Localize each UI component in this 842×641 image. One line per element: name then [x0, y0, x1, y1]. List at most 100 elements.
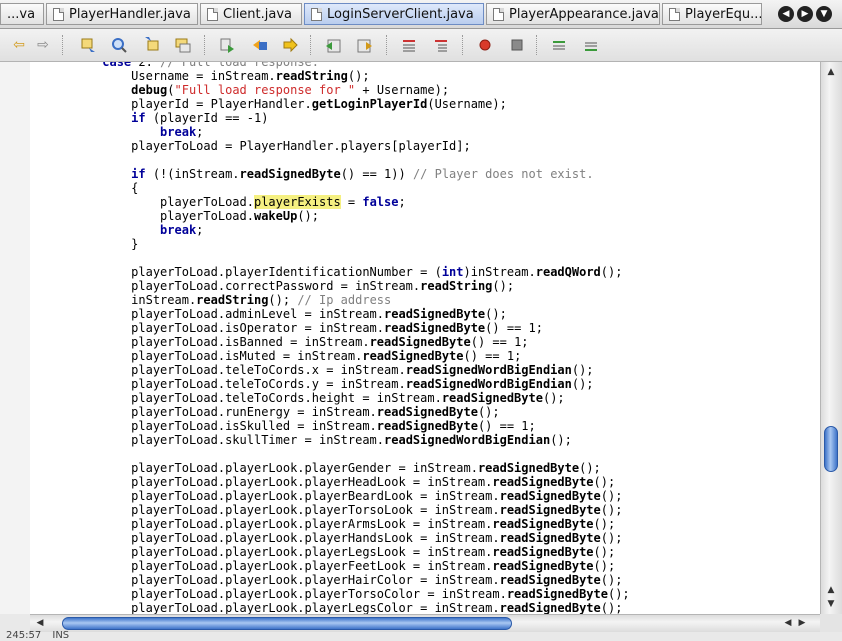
code-line: if (!(inStream.readSignedByte() == 1)) /…: [131, 167, 594, 181]
toolbar-separator: [386, 35, 388, 55]
code-line: playerToLoad.isSkulled = inStream.readSi…: [30, 419, 536, 433]
horizontal-scrollbar[interactable]: ◀ ◀ ▶: [30, 614, 820, 632]
code-line: break;: [160, 223, 204, 237]
scroll-up-icon[interactable]: ▲: [825, 66, 837, 78]
scroll-tabs-left-icon[interactable]: ◀: [778, 6, 794, 22]
tab-label: Client.java: [223, 7, 293, 22]
code-line: playerToLoad.teleToCords.height = inStre…: [30, 391, 565, 405]
java-file-icon: [53, 8, 64, 21]
stop-macro-recording-icon[interactable]: [508, 36, 526, 54]
code-line: playerToLoad.playerLook.playerHandsLook …: [30, 531, 623, 545]
editor-toolbar: ⇦ ⇨: [0, 29, 842, 62]
toolbar-separator: [462, 35, 464, 55]
tab-playerappearance-java[interactable]: PlayerAppearance.java: [486, 3, 660, 25]
find-next-icon[interactable]: [142, 36, 160, 54]
code-line: playerToLoad.skullTimer = inStream.readS…: [30, 433, 572, 447]
next-error-icon[interactable]: [582, 36, 600, 54]
tab-label: ...va: [7, 7, 36, 22]
scroll-left-icon[interactable]: ◀: [34, 617, 46, 629]
source-code: case 2: // Full load response. Username …: [30, 62, 630, 614]
toolbar-separator: [310, 35, 312, 55]
next-bookmark-icon[interactable]: [250, 36, 268, 54]
scroll-up-icon[interactable]: ▲: [825, 584, 837, 596]
code-line: playerToLoad.wakeUp();: [30, 209, 320, 223]
code-line: playerToLoad.playerExists = false;: [30, 195, 406, 209]
toolbar-separator: [204, 35, 206, 55]
code-line: inStream.readString(); // Ip address: [30, 293, 392, 307]
comment-icon[interactable]: [400, 36, 418, 54]
code-line: playerToLoad.playerLook.playerTorsoLook …: [30, 503, 623, 517]
code-editor[interactable]: case 2: // Full load response. Username …: [30, 62, 820, 614]
code-line: debug("Full load response for " + Userna…: [131, 83, 450, 97]
code-line: playerToLoad.isMuted = inStream.readSign…: [30, 349, 522, 363]
code-line: playerToLoad.playerLook.playerLegsLook =…: [30, 545, 616, 559]
find-icon[interactable]: [110, 36, 128, 54]
code-line: playerToLoad.runEnergy = inStream.readSi…: [30, 405, 500, 419]
code-line: playerToLoad.adminLevel = inStream.readS…: [30, 307, 507, 321]
toolbar-separator: [536, 35, 538, 55]
tab-list-menu-icon[interactable]: ▼: [816, 6, 832, 22]
vertical-scrollbar[interactable]: ▲ ▲ ▼: [820, 62, 842, 614]
line-gutter[interactable]: [0, 62, 31, 614]
highlighted-occurrence: playerExists: [253, 195, 341, 209]
tab-label: PlayerEqu...: [685, 7, 762, 22]
code-line: {: [30, 181, 139, 195]
tab-label: PlayerAppearance.java: [509, 7, 659, 22]
toolbar-separator: [62, 35, 64, 55]
code-line: playerToLoad.playerLook.playerGender = i…: [30, 461, 601, 475]
code-line: if (playerId == -1): [131, 111, 269, 125]
scroll-right-icon[interactable]: ▶: [796, 617, 808, 629]
java-file-icon: [493, 8, 504, 21]
scroll-tabs-right-icon[interactable]: ▶: [797, 6, 813, 22]
code-line: playerToLoad.playerLook.playerHeadLook =…: [30, 475, 616, 489]
code-line: playerToLoad.teleToCords.y = inStream.re…: [30, 377, 594, 391]
tab-playerhandler-java[interactable]: PlayerHandler.java: [46, 3, 198, 25]
code-line: case 2: // Full load response.: [102, 62, 320, 69]
code-line: }: [30, 237, 139, 251]
previous-error-icon[interactable]: [550, 36, 568, 54]
code-line: playerToLoad = PlayerHandler.players[pla…: [30, 139, 471, 153]
horizontal-scroll-thumb[interactable]: [62, 617, 512, 630]
code-line: playerToLoad.playerLook.playerFeetLook =…: [30, 559, 616, 573]
tab-playerequipment-java[interactable]: PlayerEqu...: [662, 3, 762, 25]
code-line: playerToLoad.correctPassword = inStream.…: [30, 279, 515, 293]
shift-right-icon[interactable]: [356, 36, 374, 54]
code-line: playerToLoad.playerLook.playerTorsoColor…: [30, 587, 630, 601]
tab-client-java[interactable]: Client.java: [200, 3, 302, 25]
shift-left-icon[interactable]: [324, 36, 342, 54]
tab-truncated[interactable]: ...va: [0, 3, 44, 25]
code-line: playerToLoad.playerLook.playerHairColor …: [30, 573, 623, 587]
tab-loginserverclient-java[interactable]: LoginServerClient.java: [304, 3, 484, 25]
status-bar: 245:57 INS: [6, 631, 69, 641]
scrollbar-corner: [820, 614, 842, 632]
java-file-icon: [207, 8, 218, 21]
uncomment-icon[interactable]: [432, 36, 450, 54]
code-line: playerToLoad.isOperator = inStream.readS…: [30, 321, 543, 335]
find-selection-icon[interactable]: [174, 36, 192, 54]
code-line: break;: [160, 125, 204, 139]
back-icon[interactable]: ⇦: [10, 36, 28, 54]
java-file-icon: [669, 8, 680, 21]
find-previous-icon[interactable]: [80, 36, 98, 54]
code-line: playerToLoad.playerLook.playerArmsLook =…: [30, 517, 616, 531]
code-line: Username = inStream.readString();: [30, 69, 370, 83]
code-line: playerToLoad.teleToCords.x = inStream.re…: [30, 363, 594, 377]
scroll-down-icon[interactable]: ▼: [825, 598, 837, 610]
tab-label: PlayerHandler.java: [69, 7, 191, 22]
tab-label: LoginServerClient.java: [327, 7, 474, 22]
previous-bookmark-icon[interactable]: [218, 36, 236, 54]
code-line: playerToLoad.playerIdentificationNumber …: [30, 265, 623, 279]
java-file-icon: [311, 8, 322, 21]
vertical-scroll-thumb[interactable]: [824, 426, 838, 472]
toggle-bookmark-icon[interactable]: [282, 36, 300, 54]
editor-tab-bar: ...va PlayerHandler.java Client.java Log…: [0, 0, 842, 29]
code-line: playerToLoad.playerLook.playerLegsColor …: [30, 601, 623, 614]
code-line: playerId = PlayerHandler.getLoginPlayerI…: [30, 97, 507, 111]
forward-icon[interactable]: ⇨: [34, 36, 52, 54]
code-line: playerToLoad.playerLook.playerBeardLook …: [30, 489, 623, 503]
start-macro-recording-icon[interactable]: [476, 36, 494, 54]
scroll-left-icon[interactable]: ◀: [782, 617, 794, 629]
